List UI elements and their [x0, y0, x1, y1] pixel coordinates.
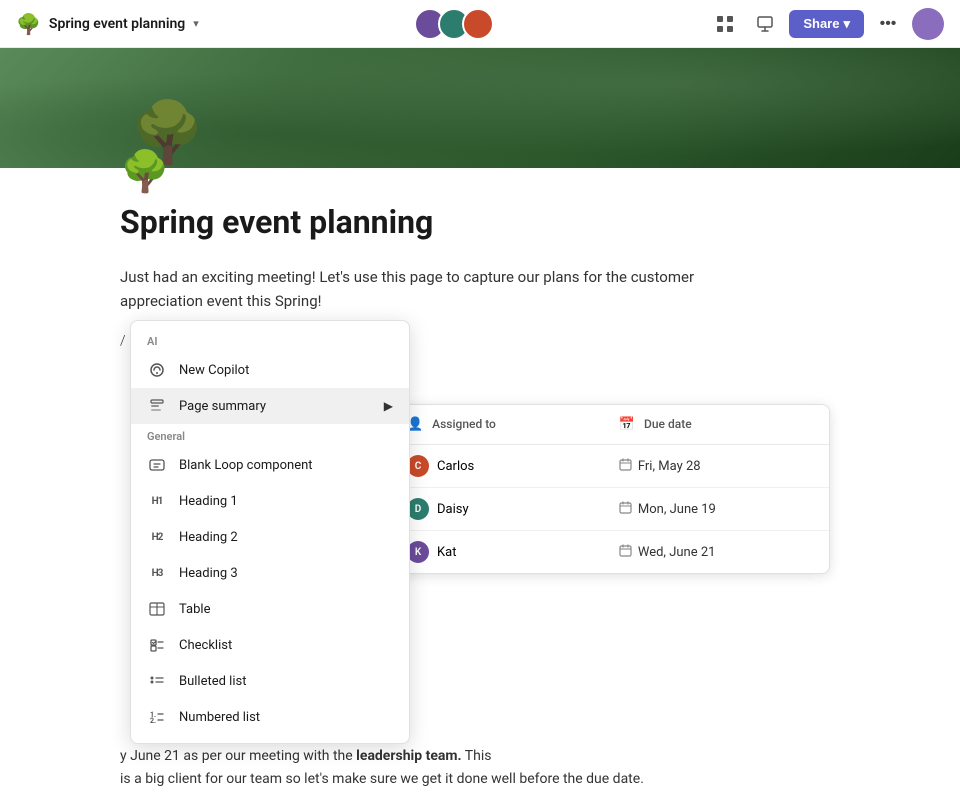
menu-item-heading3[interactable]: H3 Heading 3	[131, 555, 409, 591]
heading3-icon: H3	[147, 563, 167, 583]
assigned-cell-kat[interactable]: K Kat	[391, 531, 603, 574]
menu-section-ai: AI	[131, 329, 409, 352]
table-icon	[147, 599, 167, 619]
present-button[interactable]	[749, 8, 781, 40]
copilot-icon	[147, 360, 167, 380]
page-summary-icon	[147, 396, 167, 416]
table-row: C Carlos Fri, May 28	[391, 445, 829, 488]
nav-left: 🌳 Spring event planning ▾	[16, 12, 199, 36]
top-nav: 🌳 Spring event planning ▾ Share	[0, 0, 960, 48]
menu-item-checklist-label: Checklist	[179, 638, 232, 653]
insert-menu: AI New Copilot Page summary ▶ General	[130, 320, 410, 744]
page-title: Spring event planning	[120, 203, 840, 241]
bottom-text-suffix: This	[465, 748, 492, 764]
menu-section-general: General	[131, 424, 409, 447]
bottom-text-bold: leadership team.	[356, 748, 461, 764]
more-icon: •••	[880, 15, 897, 33]
menu-item-bulleted-list[interactable]: Bulleted list	[131, 663, 409, 699]
menu-item-heading3-label: Heading 3	[179, 566, 238, 581]
svg-text:2.: 2.	[150, 717, 156, 725]
table-row: D Daisy Mon, June 19	[391, 488, 829, 531]
avatar-kat: K	[407, 541, 429, 563]
page-content: 🌳 Spring event planning Just had an exci…	[0, 148, 960, 349]
menu-item-heading1[interactable]: H1 Heading 1	[131, 483, 409, 519]
menu-item-heading1-label: Heading 1	[179, 494, 238, 509]
date-cell-carlos[interactable]: Fri, May 28	[603, 445, 829, 488]
cursor-icon: /	[120, 333, 126, 349]
calendar-icon-kat	[619, 544, 632, 560]
avatar-daisy: D	[407, 498, 429, 520]
menu-item-new-copilot-label: New Copilot	[179, 363, 249, 378]
col-assigned-to: 👤 Assigned to	[391, 405, 603, 445]
menu-item-checklist[interactable]: Checklist	[131, 627, 409, 663]
table-header-row: 👤 Assigned to 📅 Due date	[391, 405, 829, 445]
bottom-text-content: is a big client for our team so let's ma…	[120, 771, 644, 787]
avatar-user3[interactable]	[462, 8, 494, 40]
apps-icon	[716, 15, 734, 33]
app-logo-icon: 🌳	[16, 12, 41, 36]
page-icon: 🌳	[120, 148, 840, 195]
nav-right: Share ▾ •••	[709, 8, 944, 40]
menu-item-bulleted-list-label: Bulleted list	[179, 674, 246, 689]
page-description: Just had an exciting meeting! Let's use …	[120, 265, 740, 313]
avatar-carlos: C	[407, 455, 429, 477]
share-chevron: ▾	[843, 16, 850, 32]
share-label: Share	[803, 16, 839, 31]
loop-component-icon	[147, 455, 167, 475]
heading1-icon: H1	[147, 491, 167, 511]
menu-item-heading2[interactable]: H2 Heading 2	[131, 519, 409, 555]
date-cell-kat[interactable]: Wed, June 21	[603, 531, 829, 574]
bottom-text-prefix: y June 21 as per our meeting with the	[120, 748, 356, 764]
col-due-date: 📅 Due date	[603, 405, 829, 445]
date-value-daisy: Mon, June 19	[638, 502, 716, 517]
apps-button[interactable]	[709, 8, 741, 40]
checklist-icon	[147, 635, 167, 655]
avatar-group	[414, 8, 494, 40]
menu-arrow-icon: ▶	[384, 399, 393, 413]
menu-item-blank-loop-label: Blank Loop component	[179, 458, 313, 473]
menu-item-numbered-list-label: Numbered list	[179, 710, 260, 725]
date-value-kat: Wed, June 21	[638, 545, 716, 560]
heading2-icon: H2	[147, 527, 167, 547]
menu-item-heading2-label: Heading 2	[179, 530, 238, 545]
calendar-icon-carlos	[619, 458, 632, 474]
person-name-carlos: Carlos	[437, 459, 474, 474]
date-value-carlos: Fri, May 28	[638, 459, 701, 474]
page-nav-title: Spring event planning	[49, 16, 185, 32]
menu-item-blank-loop[interactable]: Blank Loop component	[131, 447, 409, 483]
calendar-icon: 📅	[619, 417, 635, 432]
user-avatar[interactable]	[912, 8, 944, 40]
menu-item-new-copilot[interactable]: New Copilot	[131, 352, 409, 388]
bulleted-list-icon	[147, 671, 167, 691]
share-button[interactable]: Share ▾	[789, 10, 864, 38]
menu-item-numbered-list[interactable]: 1. 2. Numbered list	[131, 699, 409, 735]
assigned-cell-carlos[interactable]: C Carlos	[391, 445, 603, 488]
menu-item-page-summary[interactable]: Page summary ▶	[131, 388, 409, 424]
present-icon	[756, 15, 774, 33]
bottom-text: y June 21 as per our meeting with the le…	[120, 745, 840, 790]
menu-item-table-label: Table	[179, 602, 210, 617]
loop-table: 👤 Assigned to 📅 Due date C Carlos	[391, 405, 829, 573]
more-options-button[interactable]: •••	[872, 8, 904, 40]
nav-avatars	[414, 8, 494, 40]
loop-table-panel: 👤 Assigned to 📅 Due date C Carlos	[390, 404, 830, 574]
calendar-icon-daisy	[619, 501, 632, 517]
person-name-kat: Kat	[437, 545, 456, 560]
menu-item-table[interactable]: Table	[131, 591, 409, 627]
person-name-daisy: Daisy	[437, 502, 469, 517]
table-row: K Kat Wed, June 21	[391, 531, 829, 574]
nav-chevron-icon[interactable]: ▾	[193, 17, 199, 30]
menu-item-page-summary-label: Page summary	[179, 399, 266, 414]
assigned-cell-daisy[interactable]: D Daisy	[391, 488, 603, 531]
numbered-list-icon: 1. 2.	[147, 707, 167, 727]
date-cell-daisy[interactable]: Mon, June 19	[603, 488, 829, 531]
